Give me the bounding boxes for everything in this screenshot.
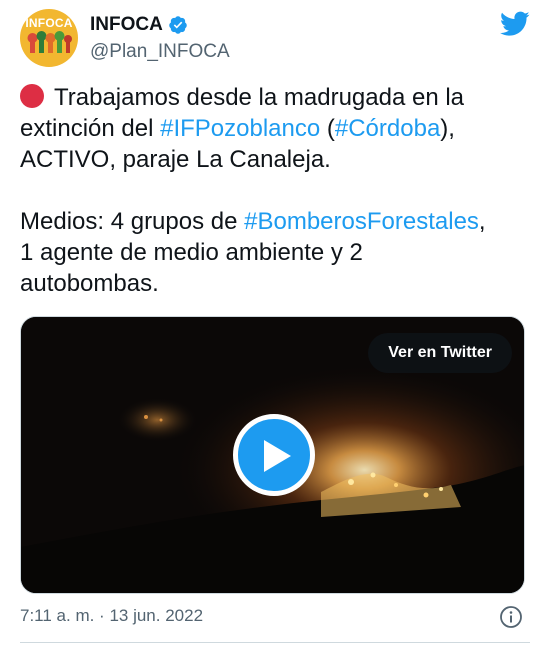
red-circle-emoji-icon (20, 84, 44, 108)
author-handle[interactable]: @Plan_INFOCA (90, 41, 230, 63)
tweet-text-segment: Medios: 4 grupos de (20, 208, 245, 235)
video-player[interactable]: Ver en Twitter (20, 316, 525, 594)
hashtag-link[interactable]: #IFPozoblanco (160, 115, 320, 142)
tweet-text-segment: , (478, 208, 486, 235)
tweet-text-segment: ( (320, 115, 335, 142)
tweet-header: INFOCA INFOCA @Plan_INFOCA (20, 9, 530, 71)
display-name[interactable]: INFOCA (90, 14, 163, 36)
verified-badge-icon (168, 15, 188, 35)
display-name-row: INFOCA (90, 13, 230, 37)
tweet-card: INFOCA INFOCA @Plan_INFOCA Trabajamos de… (0, 0, 550, 649)
tweet-text-segment: ACTIVO, paraje La Canaleja. (20, 146, 331, 173)
hashtag-link[interactable]: #BomberosForestales (244, 208, 479, 235)
tweet-line: extinción del #IFPozoblanco (#Córdoba), (20, 113, 530, 144)
tweet-body: Trabajamos desde la madrugada en la exti… (20, 82, 530, 299)
tweet-text-segment: autobombas. (20, 270, 159, 297)
tweet-text-segment: ), (440, 115, 455, 142)
tweet-line: ACTIVO, paraje La Canaleja. (20, 144, 530, 175)
tweet-line: 1 agente de medio ambiente y 2 (20, 237, 530, 268)
author-names: INFOCA @Plan_INFOCA (90, 13, 230, 63)
tweet-line: autobombas. (20, 268, 530, 299)
twitter-bird-icon[interactable] (499, 11, 530, 37)
tweet-text-segment: 1 agente de medio ambiente y 2 (20, 239, 363, 266)
hashtag-link[interactable]: #Córdoba (335, 115, 440, 142)
view-on-twitter-button[interactable]: Ver en Twitter (368, 333, 512, 373)
tweet-text-segment: Trabajamos desde la madrugada en la (54, 84, 465, 111)
divider (20, 642, 530, 643)
play-icon (264, 440, 291, 472)
avatar[interactable]: INFOCA (20, 9, 78, 67)
tweet-line: Trabajamos desde la madrugada en la (20, 82, 530, 113)
tweet-line: Medios: 4 grupos de #BomberosForestales, (20, 206, 530, 237)
info-icon[interactable] (499, 605, 523, 629)
tweet-text-segment: extinción del (20, 115, 161, 142)
tweet-timestamp[interactable]: 7:11 a. m. · 13 jun. 2022 (20, 606, 203, 626)
play-button[interactable] (233, 414, 315, 496)
avatar-logo-icon (27, 31, 72, 53)
